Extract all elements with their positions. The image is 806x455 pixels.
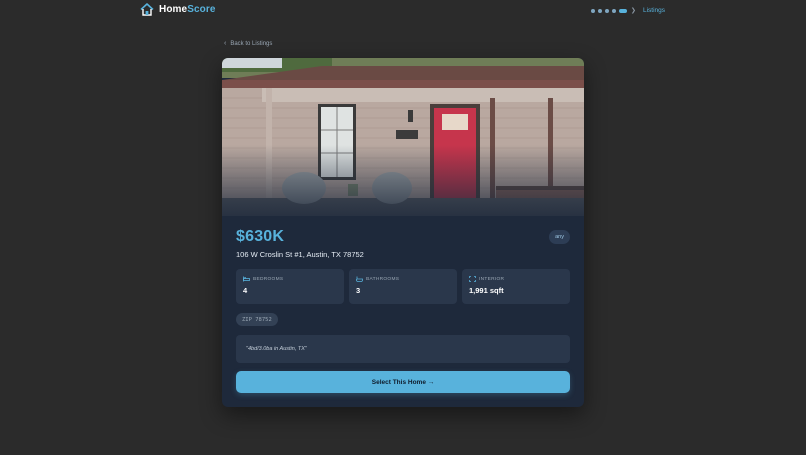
- stat-value-bathrooms: 3: [356, 286, 361, 295]
- select-home-button[interactable]: Select This Home →: [236, 371, 570, 393]
- brand-logo[interactable]: HomeScore: [140, 3, 215, 16]
- stat-label-bathrooms: BATHROOMS: [366, 276, 400, 282]
- listing-summary-quote: "4bd/3.0ba in Austin, TX": [236, 335, 570, 363]
- listing-card: $630K 106 W Croslin St #1, Austin, TX 78…: [222, 58, 584, 407]
- current-step-label: Listings: [642, 7, 665, 14]
- progress-step-1: [590, 8, 595, 13]
- listing-address: 106 W Croslin St #1, Austin, TX 78752: [236, 250, 364, 259]
- back-to-listings-link[interactable]: ‹ Back to Listings: [224, 40, 272, 47]
- chevron-right-icon: ❯: [630, 7, 636, 14]
- stat-interior: INTERIOR 1,991 sqft: [462, 269, 570, 304]
- progress-step-4: [611, 8, 616, 13]
- listing-photo: [222, 58, 584, 216]
- top-bar: HomeScore ❯ Listings: [0, 0, 806, 22]
- progress-step-5-current: [618, 8, 627, 13]
- expand-icon: [469, 276, 476, 282]
- zip-tag: ZIP 78752: [236, 313, 278, 326]
- bed-icon: [243, 276, 250, 282]
- stat-value-bedrooms: 4: [243, 286, 248, 295]
- progress-step-2: [597, 8, 602, 13]
- status-badge: any: [549, 230, 570, 244]
- chevron-left-icon: ‹: [224, 40, 227, 47]
- stat-bedrooms: BEDROOMS 4: [236, 269, 344, 304]
- brand-name-primary: Home: [159, 4, 188, 15]
- house-logo-icon: [140, 3, 154, 16]
- progress-step-3: [604, 8, 609, 13]
- step-progress: ❯ Listings: [590, 7, 665, 14]
- stat-label-interior: INTERIOR: [479, 276, 505, 282]
- bath-icon: [356, 276, 363, 282]
- stat-bathrooms: BATHROOMS 3: [349, 269, 457, 304]
- back-link-label: Back to Listings: [230, 40, 273, 47]
- listing-price: $630K: [236, 228, 285, 245]
- brand-name-accent: Score: [187, 4, 216, 15]
- stat-label-bedrooms: BEDROOMS: [253, 276, 284, 282]
- stat-value-interior: 1,991 sqft: [469, 286, 504, 295]
- brand-name: HomeScore: [159, 4, 215, 15]
- stats-row: BEDROOMS 4 BATHROOMS 3 INTERIOR 1,991 sq…: [236, 269, 570, 304]
